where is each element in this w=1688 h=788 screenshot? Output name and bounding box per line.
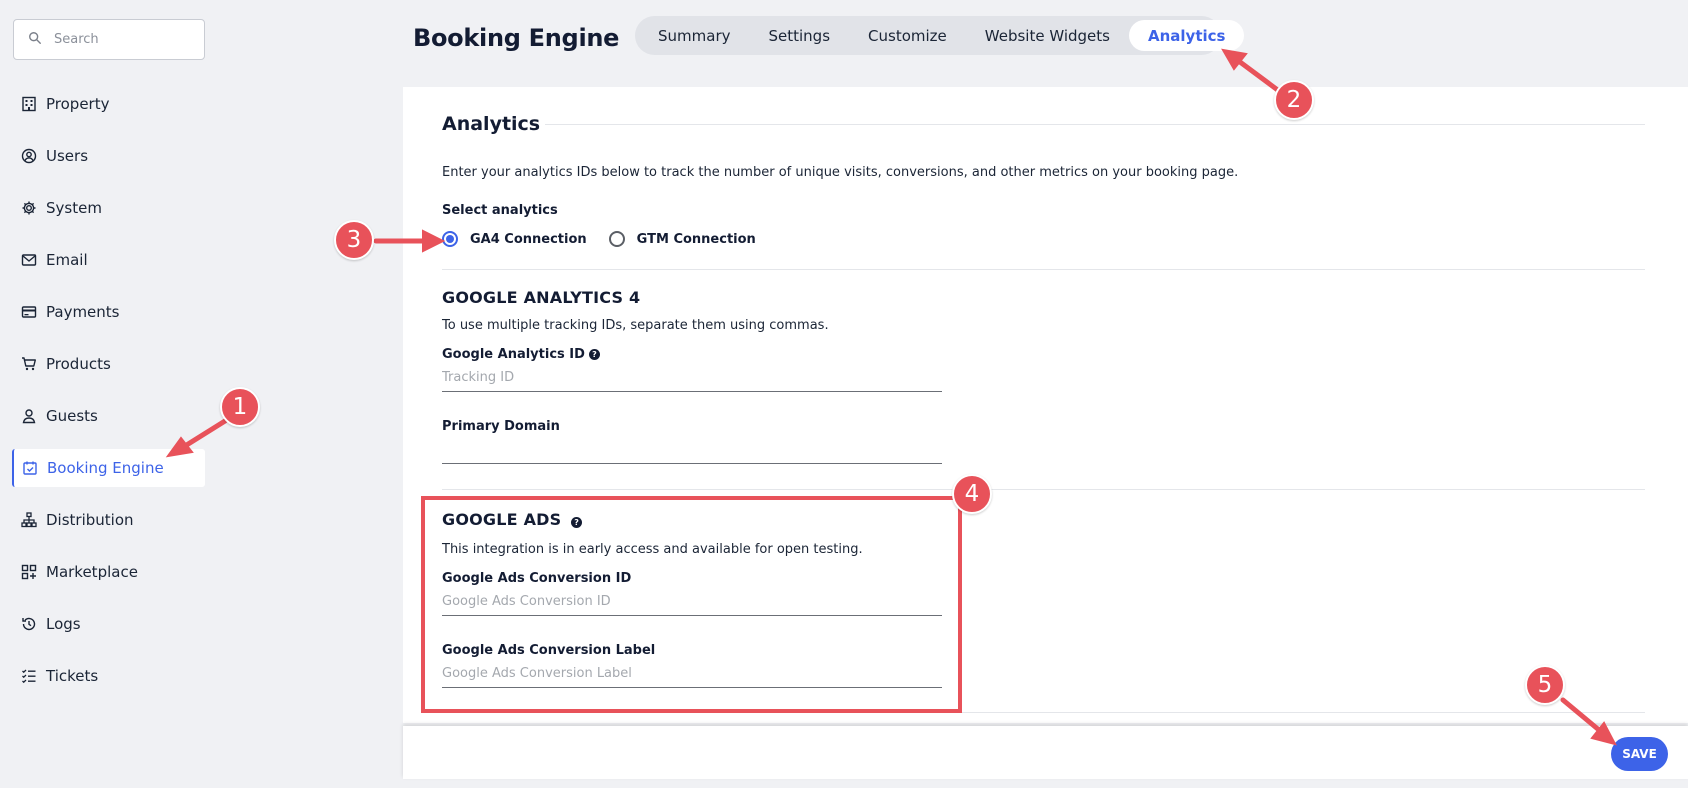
- sidebar-item-label: Tickets: [46, 667, 99, 685]
- user-circle-icon: [20, 147, 38, 165]
- sidebar-item-logs[interactable]: Logs: [12, 598, 205, 650]
- radio-label: GA4 Connection: [470, 231, 587, 247]
- gear-icon: [20, 199, 38, 217]
- calendar-check-icon: [21, 459, 39, 477]
- sidebar-item-label: Email: [46, 251, 88, 269]
- history-icon: [20, 615, 38, 633]
- sidebar-item-users[interactable]: Users: [12, 130, 205, 182]
- intro-text: Enter your analytics IDs below to track …: [442, 165, 1239, 180]
- analytics-radio-group: GA4 Connection GTM Connection: [442, 231, 778, 247]
- ga4-heading: GOOGLE ANALYTICS 4: [442, 288, 641, 307]
- google-ads-highlight-box: [421, 496, 962, 713]
- cart-icon: [20, 355, 38, 373]
- divider: [545, 124, 1645, 125]
- checklist-icon: [20, 667, 38, 685]
- sidebar-item-label: Property: [46, 95, 110, 113]
- divider: [442, 269, 1645, 270]
- tab-customize[interactable]: Customize: [849, 20, 966, 51]
- annotation-badge-1: 1: [220, 387, 260, 427]
- save-button[interactable]: SAVE: [1611, 737, 1668, 771]
- sidebar-item-label: Logs: [46, 615, 81, 633]
- sidebar-item-label: System: [46, 199, 102, 217]
- ga4-helper-text: To use multiple tracking IDs, separate t…: [442, 318, 829, 333]
- sidebar-item-label: Users: [46, 147, 89, 165]
- primary-domain-label: Primary Domain: [442, 419, 560, 434]
- sidebar-item-products[interactable]: Products: [12, 338, 205, 390]
- envelope-icon: [20, 251, 38, 269]
- help-icon[interactable]: ?: [588, 349, 600, 360]
- sidebar-item-distribution[interactable]: Distribution: [12, 494, 205, 546]
- sidebar-item-guests[interactable]: Guests: [12, 390, 205, 442]
- building-icon: [20, 95, 38, 113]
- ga4-connection-radio[interactable]: GA4 Connection: [442, 231, 587, 247]
- select-analytics-label: Select analytics: [442, 203, 558, 218]
- radio-unselected-icon[interactable]: [608, 231, 625, 247]
- sidebar: Property Users System Email Payments Pro…: [0, 0, 220, 788]
- primary-domain-input[interactable]: [442, 436, 942, 464]
- search-box[interactable]: [13, 19, 205, 60]
- sitemap-icon: [20, 511, 38, 529]
- sidebar-item-email[interactable]: Email: [12, 234, 205, 286]
- sidebar-item-tickets[interactable]: Tickets: [12, 650, 205, 702]
- sidebar-item-marketplace[interactable]: Marketplace: [12, 546, 205, 598]
- footer-bar: [403, 726, 1688, 779]
- sidebar-item-label: Marketplace: [46, 563, 138, 581]
- person-icon: [20, 407, 38, 425]
- sidebar-item-label: Products: [46, 355, 111, 373]
- section-title: Analytics: [442, 113, 541, 135]
- sidebar-item-label: Booking Engine: [47, 459, 164, 477]
- sidebar-item-property[interactable]: Property: [12, 78, 205, 130]
- credit-card-icon: [20, 303, 38, 321]
- annotation-badge-4: 4: [952, 474, 992, 514]
- page-title: Booking Engine: [413, 24, 620, 52]
- tab-website-widgets[interactable]: Website Widgets: [966, 20, 1129, 51]
- annotation-badge-2: 2: [1274, 80, 1314, 120]
- annotation-badge-3: 3: [334, 220, 374, 260]
- divider: [442, 489, 1645, 490]
- search-input[interactable]: [54, 32, 194, 47]
- tab-summary[interactable]: Summary: [639, 20, 750, 51]
- sidebar-item-booking-engine[interactable]: Booking Engine: [12, 449, 205, 487]
- tab-settings[interactable]: Settings: [750, 20, 850, 51]
- tab-bar: Summary Settings Customize Website Widge…: [635, 16, 1245, 55]
- grid-plus-icon: [20, 563, 38, 581]
- search-icon: [28, 30, 42, 49]
- sidebar-item-label: Guests: [46, 407, 98, 425]
- radio-selected-icon[interactable]: [442, 231, 458, 247]
- annotation-badge-5: 5: [1525, 665, 1565, 705]
- google-analytics-id-input[interactable]: [442, 364, 942, 392]
- radio-label: GTM Connection: [636, 231, 756, 247]
- sidebar-item-label: Distribution: [46, 511, 134, 529]
- sidebar-nav: Property Users System Email Payments Pro…: [12, 78, 205, 702]
- label-text: Google Analytics ID: [442, 347, 585, 362]
- google-analytics-id-label: Google Analytics ID ?: [442, 347, 600, 362]
- gtm-connection-radio[interactable]: GTM Connection: [608, 231, 756, 247]
- sidebar-item-payments[interactable]: Payments: [12, 286, 205, 338]
- sidebar-item-label: Payments: [46, 303, 120, 321]
- tab-analytics[interactable]: Analytics: [1128, 20, 1245, 51]
- sidebar-item-system[interactable]: System: [12, 182, 205, 234]
